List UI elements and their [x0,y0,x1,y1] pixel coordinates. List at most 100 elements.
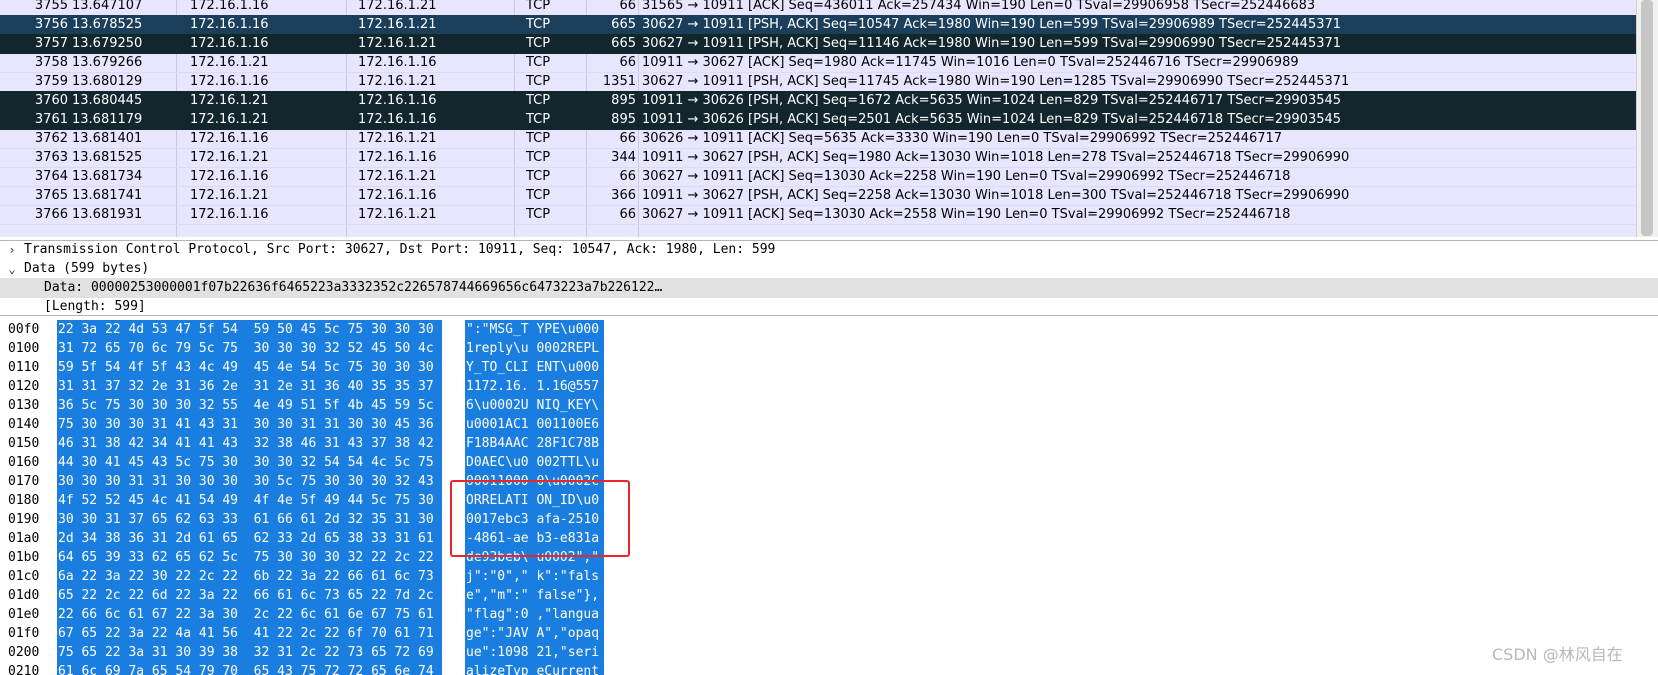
detail-tree-item[interactable]: [Length: 599] [0,297,1658,315]
hex-offset[interactable]: 0130 [8,396,48,416]
hex-ascii[interactable]: de93beb\ u0002"," [465,548,604,568]
hex-offset[interactable]: 0210 [8,662,48,675]
packet-row[interactable]: 3764 13.681734 172.16.1.16 172.16.1.21 TCP 66… [0,167,1636,187]
hex-offset[interactable]: 0170 [8,472,48,492]
hex-ascii[interactable]: alizeTyp eCurrent [465,662,604,675]
hex-ascii[interactable]: ":"MSG_T YPE\u000 [465,320,604,340]
hex-bytes[interactable]: 75 65 22 3a 31 30 39 38 32 31 2c 22 73 6… [57,643,442,663]
packet-number: 3758 [34,55,68,70]
collapse-chevron-icon[interactable]: ⌄ [5,259,19,279]
packet-list-scrollbar[interactable] [1636,0,1658,237]
packet-length: 1351 [602,74,636,89]
hex-bytes[interactable]: 22 3a 22 4d 53 47 5f 54 59 50 45 5c 75 3… [57,320,442,340]
hex-bytes[interactable]: 6a 22 3a 22 30 22 2c 22 6b 22 3a 22 66 6… [57,567,442,587]
detail-tree-item[interactable]: ⌄ Data (599 bytes) [0,259,1658,279]
packet-number: 3756 [34,17,68,32]
hex-bytes[interactable]: 75 30 30 30 31 41 43 31 30 30 31 31 30 3… [57,415,442,435]
packet-info: 31565 → 10911 [ACK] Seq=436011 Ack=25743… [642,0,1316,13]
hex-ascii[interactable]: D0AEC\u0 002TTL\u [465,453,604,473]
hex-ascii[interactable]: "flag":0 ,"langua [465,605,604,625]
hex-offset[interactable]: 0110 [8,358,48,378]
hex-offset[interactable]: 01d0 [8,586,48,606]
hex-ascii[interactable]: 00011000 0\u0002C [465,472,604,492]
packet-details-pane[interactable]: › Transmission Control Protocol, Src Port… [0,240,1658,316]
hex-ascii[interactable]: 0017ebc3 afa-2510 [465,510,604,530]
hex-bytes[interactable]: 2d 34 38 36 31 2d 61 65 62 33 2d 65 38 3… [57,529,442,549]
hex-bytes[interactable]: 64 65 39 33 62 65 62 5c 75 30 30 30 32 2… [57,548,442,568]
packet-info: 10911 → 30626 [PSH, ACK] Seq=1672 Ack=56… [642,93,1342,108]
hex-bytes[interactable]: 44 30 41 45 43 5c 75 30 30 30 32 54 54 4… [57,453,442,473]
packet-number: 3757 [34,36,68,51]
hex-offset[interactable]: 01b0 [8,548,48,568]
hex-bytes[interactable]: 30 30 31 37 65 62 63 33 61 66 61 2d 32 3… [57,510,442,530]
hex-ascii[interactable]: 6\u0002U NIQ_KEY\ [465,396,604,416]
hex-bytes[interactable]: 30 30 30 31 31 30 30 30 30 5c 75 30 30 3… [57,472,442,492]
packet-row[interactable]: 3765 13.681741 172.16.1.21 172.16.1.16 TCP 36… [0,186,1636,206]
hex-offset[interactable]: 0180 [8,491,48,511]
packet-source: 172.16.1.21 [190,188,269,203]
hex-offset[interactable]: 0140 [8,415,48,435]
hex-bytes[interactable]: 61 6c 69 7a 65 54 79 70 65 43 75 72 72 6… [57,662,442,675]
hex-ascii[interactable]: -4861-ae b3-e831a [465,529,604,549]
packet-row[interactable]: 3762 13.681401 172.16.1.16 172.16.1.21 TCP 66… [0,129,1636,149]
packet-row[interactable]: 3766 13.681931 172.16.1.16 172.16.1.21 TCP 66… [0,205,1636,225]
hex-offset[interactable]: 01e0 [8,605,48,625]
packet-destination: 172.16.1.16 [358,188,437,203]
hex-ascii[interactable]: Y_TO_CLI ENT\u000 [465,358,604,378]
packet-source: 172.16.1.16 [190,0,269,13]
packet-row[interactable]: 3757 13.679250 172.16.1.16 172.16.1.21 TCP 66… [0,34,1636,54]
packet-row[interactable]: 3758 13.679266 172.16.1.21 172.16.1.16 TCP 66… [0,53,1636,73]
hex-ascii[interactable]: j":"0"," k":"fals [465,567,604,587]
packet-row[interactable]: 3756 13.678525 172.16.1.16 172.16.1.21 TCP 66… [0,15,1636,35]
hex-ascii[interactable]: 1172.16. 1.16@557 [465,377,604,397]
hex-bytes[interactable]: 67 65 22 3a 22 4a 41 56 41 22 2c 22 6f 7… [57,624,442,644]
packet-row[interactable]: 3763 13.681525 172.16.1.21 172.16.1.16 TCP 34… [0,148,1636,168]
expand-chevron-icon[interactable]: › [5,241,19,260]
hex-offset[interactable]: 0150 [8,434,48,454]
packet-destination: 172.16.1.16 [358,55,437,70]
hex-offset[interactable]: 01c0 [8,567,48,587]
hex-ascii[interactable]: e","m":" false"}, [465,586,604,606]
hex-ascii[interactable]: F18B4AAC 28F1C78B [465,434,604,454]
packet-list[interactable]: 3755 13.647107 172.16.1.16 172.16.1.21 TCP 66… [0,0,1658,237]
hex-offset[interactable]: 0200 [8,643,48,663]
hex-ascii[interactable]: ORRELATI ON_ID\u0 [465,491,604,511]
packet-bytes-pane[interactable]: 00f0 22 3a 22 4d 53 47 5f 54 59 50 45 5c … [0,318,1658,675]
packet-info: 10911 → 30627 [ACK] Seq=1980 Ack=11745 W… [642,55,1299,70]
detail-tree-item[interactable]: Data: 00000253000001f07b22636f6465223a33… [0,278,1658,298]
scrollbar-thumb[interactable] [1641,0,1653,236]
hex-ascii[interactable]: u0001AC1 001100E6 [465,415,604,435]
hex-bytes[interactable]: 59 5f 54 4f 5f 43 4c 49 45 4e 54 5c 75 3… [57,358,442,378]
hex-offset[interactable]: 0160 [8,453,48,473]
hex-bytes[interactable]: 46 31 38 42 34 41 41 43 32 38 46 31 43 3… [57,434,442,454]
packet-time: 13.681401 [72,131,143,146]
packet-time: 13.647107 [72,0,143,13]
hex-bytes[interactable]: 31 31 37 32 2e 31 36 2e 31 2e 31 36 40 3… [57,377,442,397]
hex-offset[interactable]: 0100 [8,339,48,359]
packet-row[interactable]: 3761 13.681179 172.16.1.21 172.16.1.16 TCP 89… [0,110,1636,130]
hex-bytes[interactable]: 4f 52 52 45 4c 41 54 49 4f 4e 5f 49 44 5… [57,491,442,511]
hex-bytes[interactable]: 36 5c 75 30 30 30 32 55 4e 49 51 5f 4b 4… [57,396,442,416]
hex-ascii[interactable]: ge":"JAV A","opaq [465,624,604,644]
hex-offset[interactable]: 00f0 [8,320,48,340]
hex-offset[interactable]: 0120 [8,377,48,397]
packet-info: 30627 → 10911 [ACK] Seq=13030 Ack=2258 W… [642,169,1291,184]
hex-bytes[interactable]: 31 72 65 70 6c 79 5c 75 30 30 30 32 52 4… [57,339,442,359]
packet-time: 13.681931 [72,207,143,222]
hex-offset[interactable]: 0190 [8,510,48,530]
hex-ascii[interactable]: 1reply\u 0002REPL [465,339,604,359]
packet-source: 172.16.1.21 [190,93,269,108]
packet-protocol: TCP [526,74,551,89]
hex-ascii[interactable]: ue":1098 21,"seri [465,643,604,663]
packet-source: 172.16.1.21 [190,150,269,165]
packet-source: 172.16.1.16 [190,17,269,32]
hex-bytes[interactable]: 22 66 6c 61 67 22 3a 30 2c 22 6c 61 6e 6… [57,605,442,625]
hex-bytes[interactable]: 65 22 2c 22 6d 22 3a 22 66 61 6c 73 65 2… [57,586,442,606]
packet-protocol: TCP [526,131,551,146]
hex-offset[interactable]: 01a0 [8,529,48,549]
hex-offset[interactable]: 01f0 [8,624,48,644]
packet-row[interactable]: 3760 13.680445 172.16.1.21 172.16.1.16 TCP 89… [0,91,1636,111]
packet-row[interactable]: 3759 13.680129 172.16.1.16 172.16.1.21 TCP 13… [0,72,1636,92]
packet-row[interactable]: 3755 13.647107 172.16.1.16 172.16.1.21 TCP 66… [0,0,1636,16]
detail-tree-item[interactable]: › Transmission Control Protocol, Src Port… [0,241,1658,260]
